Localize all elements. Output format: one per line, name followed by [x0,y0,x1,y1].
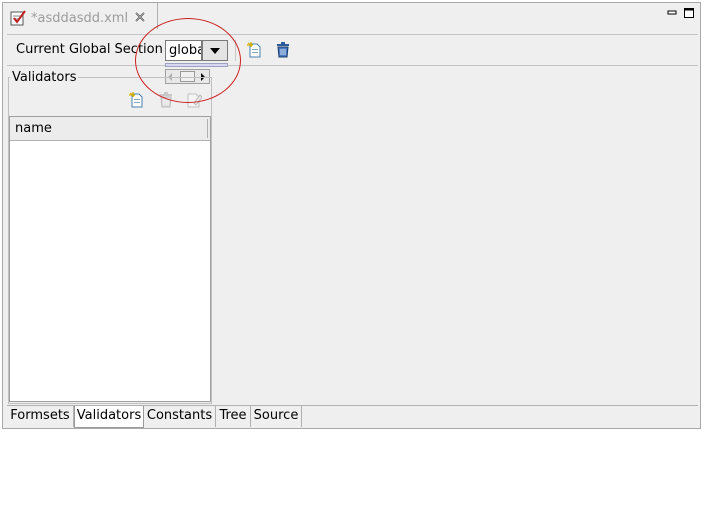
bottom-tab-bar: Formsets Validators Constants Tree Sourc… [7,405,698,428]
annotation-circle [135,18,241,103]
tab-source[interactable]: Source [251,406,302,427]
top-divider [7,34,698,35]
validators-table[interactable]: name [9,116,211,402]
column-header-name[interactable]: name [15,121,52,136]
section-divider [7,65,698,66]
tab-tree[interactable]: Tree [216,406,251,427]
tab-constants[interactable]: Constants [144,406,216,427]
column-separator[interactable] [207,119,208,138]
tab-validators[interactable]: Validators [74,406,144,428]
new-document-icon[interactable] [247,42,263,58]
minimize-icon[interactable] [667,8,677,18]
table-header: name [10,117,210,141]
maximize-icon[interactable] [684,8,694,18]
trash-icon[interactable] [275,42,291,58]
close-x-icon[interactable] [134,11,146,23]
validators-group-label: Validators [10,70,79,85]
editor-tab-title: *asddasdd.xml [31,11,129,26]
editor-tab[interactable]: *asddasdd.xml [3,3,158,29]
new-document-icon[interactable] [129,92,145,108]
edit-document-icon [10,10,26,26]
tab-formsets[interactable]: Formsets [7,406,74,427]
